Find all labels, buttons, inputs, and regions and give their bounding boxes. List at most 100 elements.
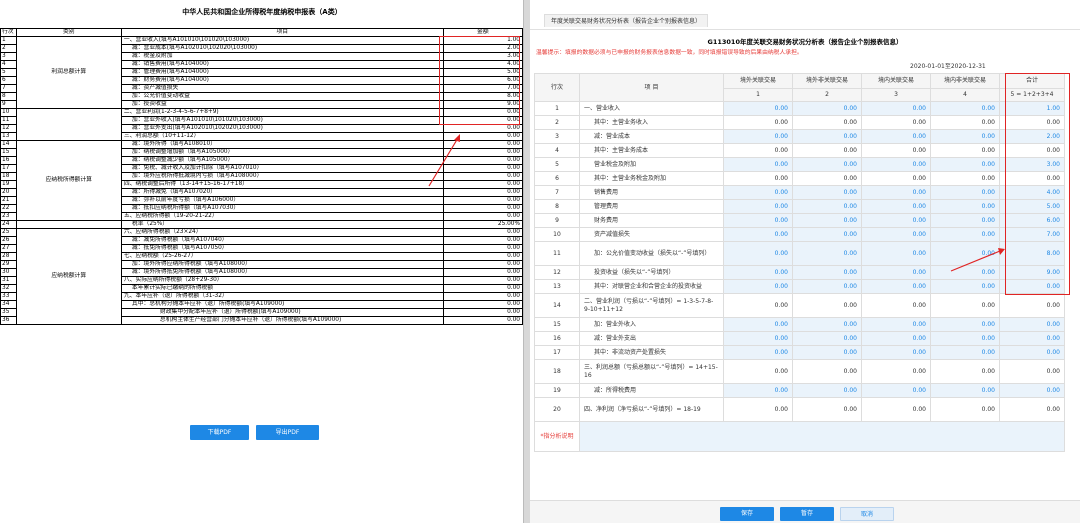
value-cell[interactable]: 0.00 <box>723 227 793 242</box>
row-number: 15 <box>534 317 580 332</box>
value-cell[interactable]: 0.00 <box>861 101 931 116</box>
value-cell[interactable]: 0.00 <box>723 185 793 200</box>
value-cell[interactable]: 0.00 <box>723 241 793 266</box>
value-cell[interactable]: 0.00 <box>861 227 931 242</box>
value-cell[interactable]: 0.00 <box>723 279 793 294</box>
value-cell[interactable]: 0.00 <box>861 317 931 332</box>
tab-related-party-analysis[interactable]: 年度关联交易财务状况分析表（报告企业个别报表信息） <box>544 14 709 27</box>
value-cell[interactable]: 0.00 <box>930 331 1000 346</box>
header-foreign-nonrelated: 境外非关联交易 <box>792 73 862 89</box>
item-label: 四、净利润（净亏损以“-”号填列）= 18-19 <box>579 397 724 422</box>
value-cell[interactable]: 0.00 <box>723 213 793 228</box>
value-cell[interactable]: 0.00 <box>861 279 931 294</box>
item-label: 减：减免所得税额（填写A107040） <box>120 236 444 245</box>
value-cell[interactable]: 0.00 <box>792 383 862 398</box>
amount-cell[interactable]: 25.00% <box>442 220 524 229</box>
value-cell[interactable]: 0.00 <box>861 199 931 214</box>
value-cell[interactable]: 0.00 <box>861 265 931 280</box>
value-cell[interactable]: 0.00 <box>792 241 862 266</box>
value-cell[interactable]: 0.00 <box>930 129 1000 144</box>
amount-cell[interactable]: 0.00 <box>442 316 524 325</box>
value-cell[interactable]: 0.00 <box>723 265 793 280</box>
value-cell[interactable]: 0.00 <box>792 317 862 332</box>
download-pdf-button[interactable]: 下载PDF <box>190 425 249 440</box>
row-number: 13 <box>534 279 580 294</box>
row-number: 4 <box>534 143 580 158</box>
value-cell[interactable]: 0.00 <box>792 185 862 200</box>
amount-cell[interactable]: 0.00 <box>442 284 524 293</box>
value-cell[interactable]: 0.00 <box>930 213 1000 228</box>
note-input[interactable] <box>579 421 1065 452</box>
amount-cell[interactable]: 0.00 <box>442 276 524 285</box>
value-cell[interactable]: 0.00 <box>930 185 1000 200</box>
amount-cell[interactable]: 0.00 <box>442 268 524 277</box>
row-number: 9 <box>534 213 580 228</box>
value-cell[interactable]: 0.00 <box>792 227 862 242</box>
value-cell[interactable]: 0.00 <box>792 199 862 214</box>
value-cell[interactable]: 0.00 <box>930 157 1000 172</box>
value-cell[interactable]: 0.00 <box>723 331 793 346</box>
value-cell[interactable]: 0.00 <box>930 199 1000 214</box>
amount-cell[interactable]: 0.00 <box>442 300 524 309</box>
item-label: 加：公允价值变动收益（损失以“-”号填列） <box>579 241 724 266</box>
row-number: 31 <box>0 276 17 285</box>
amount-cell[interactable]: 0.00 <box>442 228 524 237</box>
value-cell[interactable]: 0.00 <box>930 383 1000 398</box>
value-cell[interactable]: 0.00 <box>792 101 862 116</box>
value-cell[interactable]: 0.00 <box>723 199 793 214</box>
item-label: 税率（25%） <box>120 220 444 229</box>
value-cell[interactable]: 0.00 <box>792 129 862 144</box>
value-cell[interactable]: 0.00 <box>723 383 793 398</box>
table-row: 14 二、营业利润（亏损以“-”号填列）= 1-3-5-7-8-9-10+11+1… <box>534 293 1065 318</box>
value-cell: 0.00 <box>861 359 931 384</box>
value-cell[interactable]: 0.00 <box>930 227 1000 242</box>
amount-cell[interactable]: 0.00 <box>442 244 524 253</box>
save-button[interactable]: 保存 <box>720 507 774 521</box>
temp-save-button[interactable]: 暂存 <box>780 507 834 521</box>
item-label: 八、实际应纳所得税额（28+29-30） <box>120 276 444 285</box>
value-cell[interactable]: 0.00 <box>792 279 862 294</box>
value-cell[interactable]: 0.00 <box>861 241 931 266</box>
value-cell[interactable]: 0.00 <box>792 345 862 360</box>
value-cell[interactable]: 0.00 <box>861 129 931 144</box>
value-cell[interactable]: 0.00 <box>930 345 1000 360</box>
value-cell[interactable]: 0.00 <box>930 101 1000 116</box>
value-cell: 0.00 <box>861 293 931 318</box>
item-label: 减：纳税调整减少额（填写A105000） <box>120 156 444 165</box>
item-label: 减：营业成本 <box>579 129 724 144</box>
value-cell[interactable]: 0.00 <box>792 265 862 280</box>
value-cell[interactable]: 0.00 <box>930 317 1000 332</box>
amount-cell[interactable]: 0.00 <box>442 252 524 261</box>
value-cell[interactable]: 0.00 <box>792 157 862 172</box>
amount-cell[interactable]: 0.00 <box>442 212 524 221</box>
value-cell[interactable]: 0.00 <box>723 345 793 360</box>
value-cell[interactable]: 0.00 <box>861 157 931 172</box>
value-cell[interactable]: 0.00 <box>861 213 931 228</box>
value-cell[interactable]: 0.00 <box>861 331 931 346</box>
value-cell: 0.00 <box>861 397 931 422</box>
amount-cell[interactable]: 0.00 <box>442 204 524 213</box>
amount-cell[interactable]: 0.00 <box>442 260 524 269</box>
amount-cell[interactable]: 0.00 <box>442 236 524 245</box>
value-cell[interactable]: 0.00 <box>723 129 793 144</box>
item-label: 总机构主体生产经营部门分摊本年应补（退）所得税额(填写A109000) <box>120 316 444 325</box>
value-cell[interactable]: 0.00 <box>792 213 862 228</box>
value-cell[interactable]: 0.00 <box>792 331 862 346</box>
row-number: 13 <box>0 132 17 141</box>
export-pdf-button[interactable]: 导出PDF <box>256 425 319 440</box>
item-label: 减：营业外支出(填写A102010\102020\103000) <box>120 124 444 133</box>
value-cell[interactable]: 0.00 <box>930 279 1000 294</box>
amount-cell[interactable]: 0.00 <box>442 292 524 301</box>
amount-cell[interactable]: 0.00 <box>442 196 524 205</box>
value-cell[interactable]: 0.00 <box>861 185 931 200</box>
value-cell[interactable]: 0.00 <box>723 317 793 332</box>
value-cell[interactable]: 0.00 <box>723 157 793 172</box>
amount-cell[interactable]: 0.00 <box>442 308 524 317</box>
table-row: 5 营业税金及附加 0.00 0.00 0.00 0.00 3.00 <box>534 157 1065 172</box>
cancel-button[interactable]: 取消 <box>840 507 894 521</box>
value-cell[interactable]: 0.00 <box>861 345 931 360</box>
value-cell[interactable]: 0.00 <box>723 101 793 116</box>
value-cell: 0.00 <box>792 397 862 422</box>
value-cell[interactable]: 0.00 <box>861 383 931 398</box>
value-cell: 0.00 <box>723 397 793 422</box>
